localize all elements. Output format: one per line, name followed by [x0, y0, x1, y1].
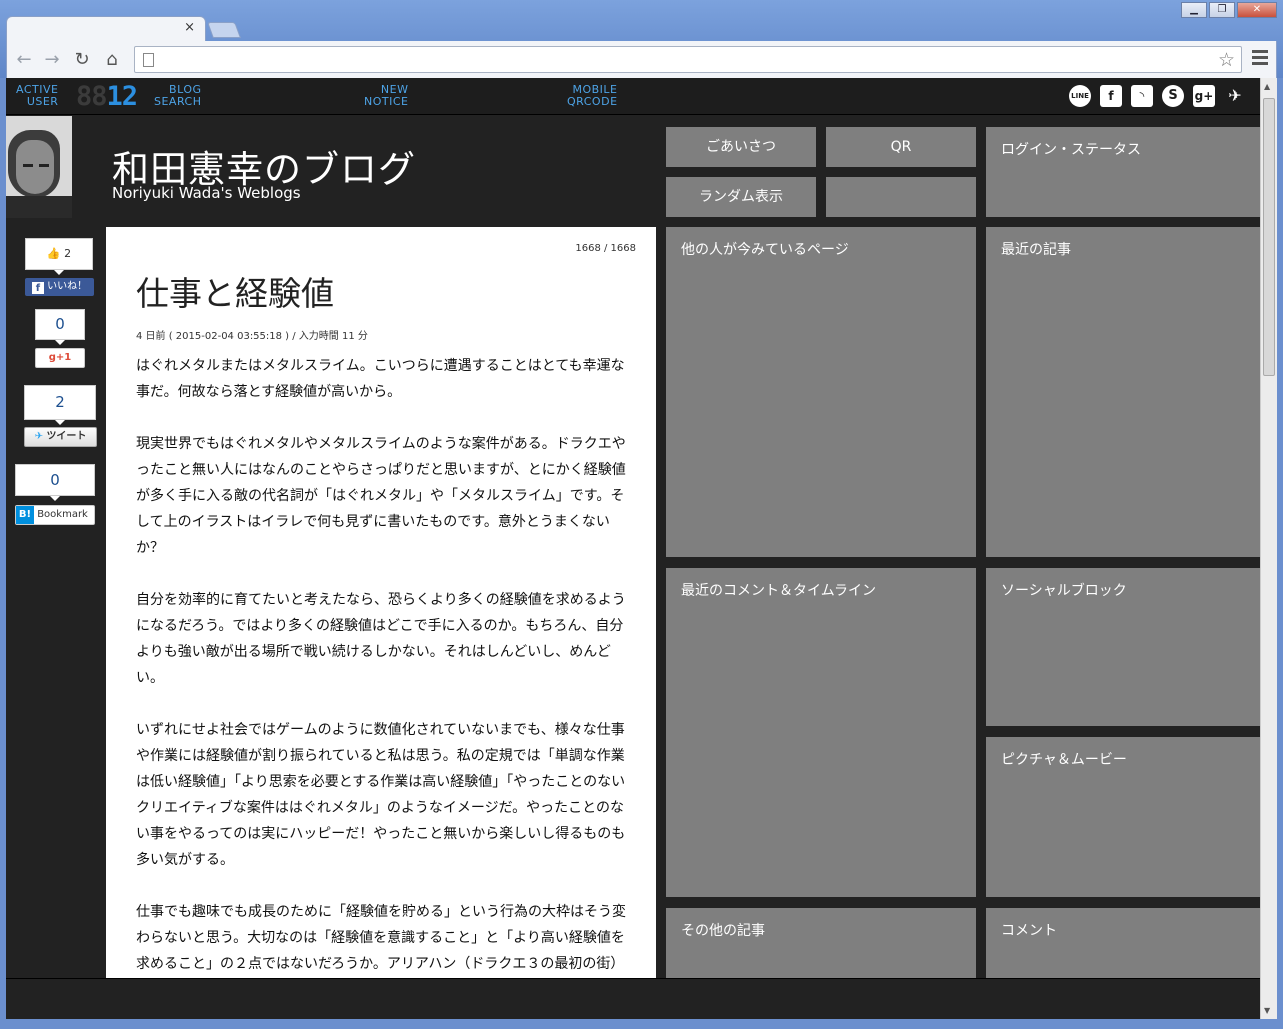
scrollbar-thumb[interactable] [1263, 98, 1275, 376]
skype-icon[interactable]: S [1162, 85, 1184, 107]
google-plus-count: 0 [35, 309, 85, 345]
recent-comments-panel: 最近のコメント＆タイムライン [666, 568, 976, 897]
page-count: 1668 / 1668 [575, 243, 636, 254]
thumbs-up-icon: 👍 [46, 247, 61, 260]
page-footer [6, 978, 1260, 1019]
login-status-panel[interactable]: ログイン・ステータス [986, 127, 1260, 217]
pictures-panel: ピクチャ＆ムービー [986, 737, 1260, 897]
close-window-button[interactable]: ✕ [1237, 2, 1277, 18]
article: 1668 / 1668 仕事と経験値 4 日前 ( 2015-02-04 03:… [106, 227, 656, 1019]
window-bottom-frame [0, 1019, 1283, 1029]
mobile-qrcode-link[interactable]: MOBILE QRCODE [567, 84, 618, 108]
minimize-button[interactable]: ▁ [1181, 2, 1207, 18]
blank-button[interactable] [826, 177, 976, 217]
new-tab-button[interactable] [207, 22, 241, 38]
page-viewport: ACTIVE USER 8812 BLOG SEARCH NEW NOTICE … [6, 78, 1260, 1019]
greeting-button[interactable]: ごあいさつ [666, 127, 816, 167]
browser-tab[interactable]: × [6, 16, 206, 42]
google-plus-icon[interactable]: g+ [1193, 85, 1215, 107]
others-viewing-panel: 他の人が今みているページ [666, 227, 976, 557]
twitter-bird-icon: ✈ [34, 431, 43, 442]
random-button[interactable]: ランダム表示 [666, 177, 816, 217]
google-plus-icon: g [48, 352, 56, 363]
other-posts-panel: その他の記事 [666, 908, 976, 978]
scroll-up-icon[interactable]: ▲ [1264, 82, 1270, 91]
tweet-button[interactable]: ✈ ツイート [24, 427, 97, 447]
recent-posts-panel: 最近の記事 [986, 227, 1260, 557]
article-paragraph: いずれにせよ社会ではゲームのように数値化されていないまでも、様々な仕事や作業には… [136, 722, 626, 868]
qr-button[interactable]: QR [826, 127, 976, 167]
new-notice-link[interactable]: NEW NOTICE [364, 84, 408, 108]
comments-panel: コメント [986, 908, 1260, 978]
article-paragraph: はぐれメタルまたはメタルスライム。こいつらに遭遇することはとても幸運な事だ。何故… [136, 358, 625, 400]
browser-menu-icon[interactable] [1252, 50, 1268, 68]
article-paragraph: 自分を効率的に育てたいと考えたなら、恐らくより多くの経験値を求めるようになるだろ… [136, 592, 626, 686]
hatena-count: 0 [15, 464, 95, 501]
article-paragraph: 現実世界でもはぐれメタルやメタルスライムのような案件がある。ドラクエやったこと無… [136, 436, 626, 556]
hatena-bookmark-button[interactable]: B! Bookmark [15, 505, 95, 525]
top-nav: ACTIVE USER 8812 BLOG SEARCH NEW NOTICE … [6, 78, 1260, 115]
social-block-panel: ソーシャルブロック [986, 568, 1260, 726]
active-user-counter: 8812 [76, 81, 138, 112]
tab-close-icon[interactable]: × [184, 20, 195, 35]
home-icon[interactable]: ⌂ [101, 49, 123, 70]
scroll-down-icon[interactable]: ▼ [1264, 1006, 1270, 1015]
article-meta: 4 日前 ( 2015-02-04 03:55:18 ) / 入力時間 11 分 [136, 331, 368, 342]
author-avatar [6, 116, 72, 218]
twitter-icon[interactable]: ✈ [1224, 85, 1246, 107]
blog-search-link[interactable]: BLOG SEARCH [154, 84, 202, 108]
page-scrollbar[interactable]: ▲ ▼ [1260, 78, 1277, 1019]
rss-icon[interactable]: ◝ [1131, 85, 1153, 107]
maximize-button[interactable]: ❐ [1209, 2, 1235, 18]
article-body: はぐれメタルまたはメタルスライム。こいつらに遭遇することはとても幸運な事だ。何故… [136, 353, 636, 1019]
back-icon[interactable]: ← [13, 49, 35, 70]
hatena-icon: B! [16, 506, 34, 524]
facebook-icon: f [31, 282, 44, 294]
browser-toolbar: ← → ↻ ⌂ ☆ [6, 41, 1277, 78]
bookmark-star-icon[interactable]: ☆ [1218, 49, 1235, 71]
active-user-label: ACTIVE USER [16, 83, 59, 108]
tweet-count: 2 [24, 385, 96, 425]
google-plus-button[interactable]: g+1 [35, 348, 85, 368]
window-controls: ▁ ❐ ✕ [1179, 2, 1277, 18]
facebook-like-count: 👍 2 [25, 238, 93, 275]
browser-chrome: × ▁ ❐ ✕ ← → ↻ ⌂ ☆ [0, 0, 1283, 78]
facebook-icon[interactable]: f [1100, 85, 1122, 107]
page-icon [143, 53, 154, 67]
line-icon[interactable]: LINE [1069, 85, 1091, 107]
article-title[interactable]: 仕事と経験値 [136, 267, 334, 315]
address-bar[interactable]: ☆ [134, 46, 1242, 73]
forward-icon[interactable]: → [41, 49, 63, 70]
reload-icon[interactable]: ↻ [71, 49, 93, 70]
social-links: LINE f ◝ S g+ ✈ [1060, 85, 1246, 107]
facebook-like-button[interactable]: f いいね！ [25, 278, 94, 296]
blog-subtitle: Noriyuki Wada's Weblogs [112, 184, 301, 202]
